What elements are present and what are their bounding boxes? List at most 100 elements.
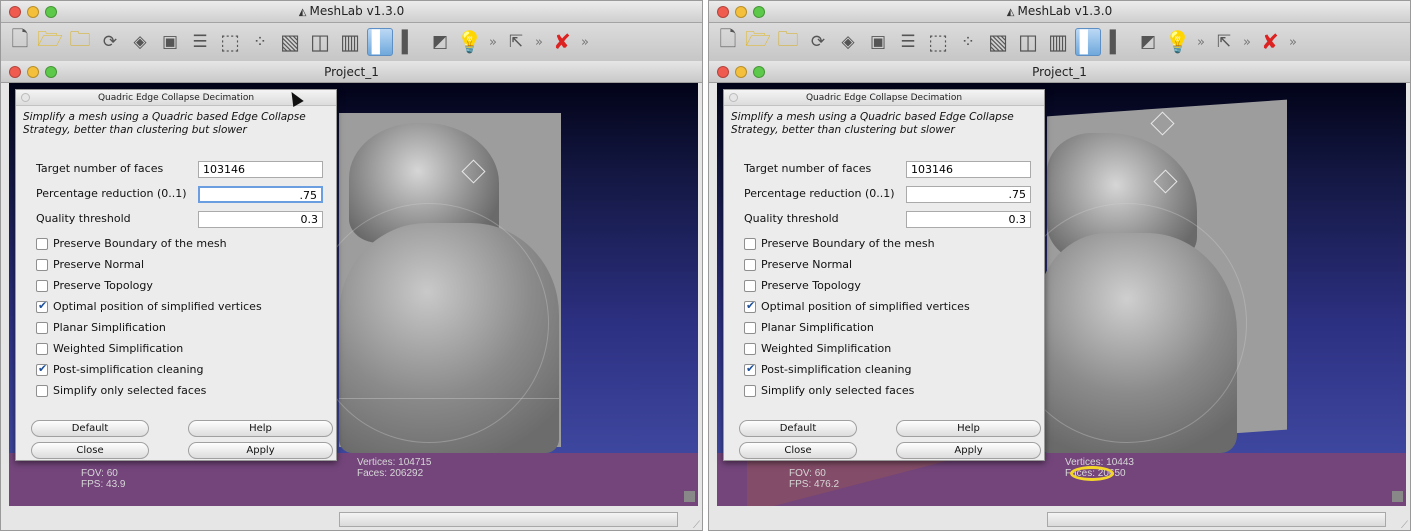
- target-faces-input[interactable]: 103146: [906, 161, 1031, 178]
- new-doc-icon[interactable]: 🗋: [7, 27, 33, 56]
- help-button[interactable]: Help: [188, 420, 333, 437]
- apply-button[interactable]: Apply: [188, 442, 333, 459]
- chevron-right-icon[interactable]: »: [533, 28, 545, 56]
- default-button[interactable]: Default: [31, 420, 149, 437]
- wireframe-icon[interactable]: ▧: [985, 28, 1011, 56]
- snapshot-icon[interactable]: ▣: [157, 28, 183, 56]
- close-button[interactable]: Close: [31, 442, 149, 459]
- apply-button[interactable]: Apply: [896, 442, 1041, 459]
- delete-icon[interactable]: ✘: [1257, 28, 1283, 56]
- checkbox-box[interactable]: [36, 321, 48, 334]
- flat-icon[interactable]: ▌: [367, 28, 393, 56]
- new-doc-icon[interactable]: 🗋: [715, 27, 741, 56]
- checkbox-box-checked[interactable]: ✔: [36, 362, 48, 376]
- dialog-close-icon[interactable]: [21, 93, 30, 102]
- chevron-right-icon[interactable]: »: [1241, 28, 1253, 56]
- meshlab-logo-icon: ◭: [298, 7, 307, 18]
- select-icon[interactable]: ⇱: [503, 28, 529, 56]
- bounding-box-icon[interactable]: ⬚: [925, 28, 951, 56]
- texture-icon[interactable]: ◩: [1135, 28, 1161, 56]
- checkbox-box[interactable]: [744, 237, 756, 250]
- quality-threshold-input[interactable]: 0.3: [198, 211, 323, 228]
- layers-icon[interactable]: ☰: [187, 28, 213, 56]
- flat-lines-icon[interactable]: ▥: [337, 28, 363, 56]
- points-icon[interactable]: ⁘: [955, 28, 981, 56]
- field-label: Quality threshold: [744, 212, 839, 225]
- wireframe-icon[interactable]: ▧: [277, 28, 303, 56]
- percentage-reduction-input[interactable]: .75: [906, 186, 1031, 203]
- checkbox-preserve-boundary[interactable]: Preserve Boundary of the mesh: [36, 237, 227, 250]
- checkbox-preserve-topology[interactable]: Preserve Topology: [36, 279, 153, 292]
- meshlab-logo-icon: ◭: [1006, 7, 1015, 18]
- default-button[interactable]: Default: [739, 420, 857, 437]
- reload-icon[interactable]: ⟳: [805, 28, 831, 56]
- checkbox-box[interactable]: [36, 237, 48, 250]
- checkbox-planar-simplification[interactable]: Planar Simplification: [744, 321, 874, 334]
- checkbox-post-cleaning[interactable]: ✔ Post-simplification cleaning: [36, 362, 203, 376]
- checkbox-optimal-position[interactable]: ✔ Optimal position of simplified vertices: [36, 299, 262, 313]
- open-project-icon[interactable]: 🗀: [67, 27, 93, 56]
- open-project-icon[interactable]: 🗀: [775, 27, 801, 56]
- light-icon[interactable]: 💡: [1165, 28, 1191, 56]
- resize-grip-icon[interactable]: ⟋: [693, 520, 700, 530]
- flat-icon[interactable]: ▌: [1075, 28, 1101, 56]
- title-bar: ◭ MeshLab v1.3.0: [1, 1, 702, 23]
- help-button[interactable]: Help: [896, 420, 1041, 437]
- chevron-right-icon[interactable]: »: [1287, 28, 1299, 56]
- trackball-ring: [309, 203, 549, 443]
- open-folder-icon[interactable]: 🗁: [37, 27, 63, 56]
- save-icon[interactable]: ◈: [835, 28, 861, 56]
- smooth-icon[interactable]: ▍: [397, 28, 423, 56]
- checkbox-box-checked[interactable]: ✔: [36, 299, 48, 313]
- reload-icon[interactable]: ⟳: [97, 28, 123, 56]
- chevron-right-icon[interactable]: »: [579, 28, 591, 56]
- chevron-right-icon[interactable]: »: [487, 28, 499, 56]
- checkbox-box-checked[interactable]: ✔: [744, 362, 756, 376]
- hidden-lines-icon[interactable]: ◫: [307, 28, 333, 56]
- checkbox-selected-faces[interactable]: Simplify only selected faces: [744, 384, 914, 397]
- checkbox-preserve-normal[interactable]: Preserve Normal: [36, 258, 144, 271]
- checkbox-box[interactable]: [36, 384, 48, 397]
- quality-threshold-input[interactable]: 0.3: [906, 211, 1031, 228]
- bounding-box-icon[interactable]: ⬚: [217, 28, 243, 56]
- checkbox-box[interactable]: [744, 279, 756, 292]
- checkbox-preserve-topology[interactable]: Preserve Topology: [744, 279, 861, 292]
- checkbox-box[interactable]: [36, 342, 48, 355]
- checkbox-weighted-simplification[interactable]: Weighted Simplification: [36, 342, 183, 355]
- checkbox-box[interactable]: [744, 258, 756, 271]
- resize-grip-icon[interactable]: ⟋: [1401, 520, 1408, 530]
- points-icon[interactable]: ⁘: [247, 28, 273, 56]
- dialog-close-icon[interactable]: [729, 93, 738, 102]
- checkbox-box[interactable]: [744, 321, 756, 334]
- snapshot-icon[interactable]: ▣: [865, 28, 891, 56]
- checkbox-selected-faces[interactable]: Simplify only selected faces: [36, 384, 206, 397]
- checkbox-box-checked[interactable]: ✔: [744, 299, 756, 313]
- checkbox-box[interactable]: [36, 258, 48, 271]
- chevron-right-icon[interactable]: »: [1195, 28, 1207, 56]
- smooth-icon[interactable]: ▍: [1105, 28, 1131, 56]
- light-icon[interactable]: 💡: [457, 28, 483, 56]
- flat-lines-icon[interactable]: ▥: [1045, 28, 1071, 56]
- checkbox-post-cleaning[interactable]: ✔ Post-simplification cleaning: [744, 362, 911, 376]
- hidden-lines-icon[interactable]: ◫: [1015, 28, 1041, 56]
- checkbox-box[interactable]: [744, 342, 756, 355]
- save-icon[interactable]: ◈: [127, 28, 153, 56]
- decimation-dialog: Quadric Edge Collapse Decimation Simplif…: [723, 89, 1045, 461]
- percentage-reduction-input[interactable]: .75: [198, 186, 323, 203]
- target-faces-input[interactable]: 103146: [198, 161, 323, 178]
- checkbox-box[interactable]: [744, 384, 756, 397]
- select-icon[interactable]: ⇱: [1211, 28, 1237, 56]
- texture-icon[interactable]: ◩: [427, 28, 453, 56]
- dialog-description: Simplify a mesh using a Quadric based Ed…: [731, 111, 1014, 136]
- status-bar: ⟋: [709, 506, 1410, 530]
- checkbox-box[interactable]: [36, 279, 48, 292]
- close-button[interactable]: Close: [739, 442, 857, 459]
- layers-icon[interactable]: ☰: [895, 28, 921, 56]
- checkbox-preserve-boundary[interactable]: Preserve Boundary of the mesh: [744, 237, 935, 250]
- checkbox-weighted-simplification[interactable]: Weighted Simplification: [744, 342, 891, 355]
- checkbox-preserve-normal[interactable]: Preserve Normal: [744, 258, 852, 271]
- open-folder-icon[interactable]: 🗁: [745, 27, 771, 56]
- checkbox-planar-simplification[interactable]: Planar Simplification: [36, 321, 166, 334]
- checkbox-optimal-position[interactable]: ✔ Optimal position of simplified vertices: [744, 299, 970, 313]
- delete-icon[interactable]: ✘: [549, 28, 575, 56]
